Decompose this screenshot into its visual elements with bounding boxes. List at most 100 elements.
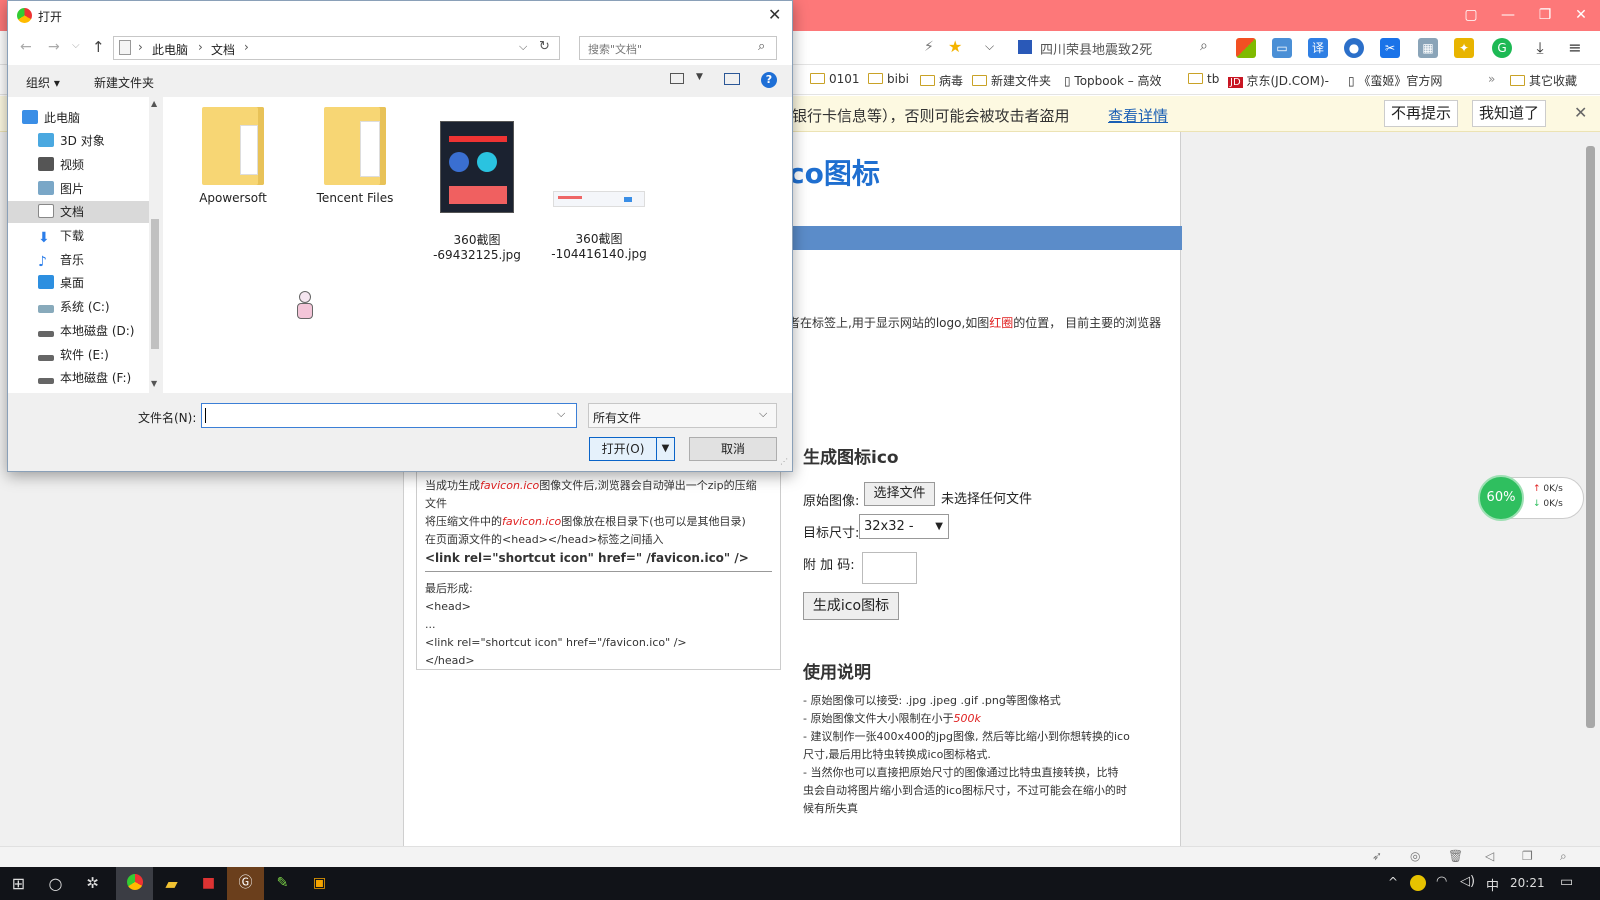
screen-icon[interactable]: ▭ (1272, 38, 1292, 58)
clock[interactable]: 20:21 (1510, 876, 1545, 890)
extra-code-input[interactable] (862, 552, 917, 584)
chevron-down-icon[interactable]: ⌵ (759, 407, 767, 421)
tray-expand-icon[interactable]: ^ (1388, 875, 1398, 889)
bookmark-manji[interactable]: ▯ 《蛮姬》官方网 (1348, 72, 1442, 89)
chevron-down-icon[interactable]: ⌵ (985, 39, 994, 54)
paint-icon[interactable]: ✎ (264, 867, 301, 900)
nav-this-pc[interactable]: 此电脑 (22, 107, 152, 129)
notifications-icon[interactable]: ▭ (1560, 874, 1573, 890)
filename-input[interactable]: ⌵ (201, 403, 577, 428)
nav-label: 音乐 (60, 253, 85, 267)
close-icon[interactable]: ✕ (1574, 103, 1587, 122)
refresh-icon[interactable]: ↻ (539, 39, 550, 54)
browser-taskbar-icon[interactable] (116, 867, 153, 900)
game-icon[interactable]: ✦ (1454, 38, 1474, 58)
menu-icon[interactable]: ≡ (1565, 38, 1585, 58)
up-arrow-icon[interactable]: ↑ (92, 38, 105, 56)
bookmark-other[interactable]: 其它收藏 (1510, 72, 1577, 89)
cortana-icon[interactable]: ○ (37, 867, 74, 900)
browser-search-value[interactable]: 四川荣县地震致2死 (1040, 39, 1152, 58)
nav-label: 本地磁盘 (D:) (60, 324, 135, 338)
apps-icon[interactable] (1236, 38, 1256, 58)
filetype-select[interactable]: 所有文件 ⌵ (588, 403, 777, 428)
trash-icon[interactable]: 🗑 (1448, 849, 1463, 863)
search-icon[interactable]: ⌕ (758, 39, 765, 54)
app-taskbar-icon[interactable]: Ⓖ (227, 867, 264, 900)
resize-grip-icon[interactable]: ⋰ (780, 457, 788, 466)
nav-documents[interactable]: 文档 (8, 201, 155, 223)
breadcrumb-this-pc[interactable]: 此电脑 (152, 41, 188, 58)
more-bookmarks-icon[interactable]: » (1488, 72, 1495, 86)
address-breadcrumb[interactable]: › 此电脑 › 文档 › ⌵ ↻ (113, 36, 560, 60)
history-dropdown-icon[interactable]: ⌵ (519, 40, 527, 54)
dismiss-warning-button[interactable]: 不再提示 (1384, 100, 1458, 127)
speed-icon[interactable]: ◎ (1410, 849, 1420, 863)
folder-apowersoft[interactable]: Apowersoft (178, 107, 288, 205)
search-icon[interactable]: ⌕ (1200, 38, 1208, 54)
details-link[interactable]: 查看详情 (1108, 105, 1168, 126)
recent-chevron-icon[interactable]: ⌵ (72, 40, 80, 51)
bookmark-bibi[interactable]: bibi (868, 72, 909, 86)
skin-icon[interactable]: ▢ (1460, 6, 1482, 24)
nav-scroll-thumb[interactable] (151, 219, 159, 349)
tray-app-icon[interactable] (1410, 875, 1426, 891)
restore-button[interactable]: ❐ (1534, 6, 1556, 24)
scroll-up-icon[interactable]: ▲ (151, 99, 157, 108)
preview-pane-icon[interactable] (724, 73, 740, 85)
bookmark-newfolder[interactable]: 新建文件夹 (972, 72, 1051, 89)
view-mode-icon[interactable] (670, 73, 684, 84)
zoom-icon[interactable]: ⌕ (1560, 849, 1567, 864)
window-switch-icon[interactable]: ▣ (301, 867, 338, 900)
speaker-icon[interactable]: ◁) (1460, 874, 1475, 889)
folder-tencent-files[interactable]: Tencent Files (300, 107, 410, 205)
ime-indicator[interactable]: 中 (1486, 875, 1499, 894)
star-icon[interactable]: ★ (948, 37, 962, 56)
image-icon[interactable]: ▦ (1418, 38, 1438, 58)
bookmark-0101[interactable]: 0101 (810, 72, 860, 86)
file-explorer-icon[interactable]: ▰ (153, 867, 190, 900)
forward-arrow-icon[interactable]: → (48, 39, 60, 55)
bookmark-virus[interactable]: 病毒 (920, 72, 963, 89)
minimize-button[interactable]: — (1497, 6, 1519, 24)
lightning-icon[interactable]: ⚡ (924, 39, 934, 55)
bookmark-topbook[interactable]: ▯ Topbook – 高效 (1064, 72, 1162, 89)
chevron-down-icon[interactable]: ⌵ (557, 407, 565, 421)
image-file-69432125[interactable]: 360截图 -69432125.jpg (422, 107, 532, 276)
intro-tail-text: 的位置， 目前主要的浏览器 (1013, 316, 1162, 330)
task-view-icon[interactable]: ✲ (74, 867, 111, 900)
dialog-close-icon[interactable]: ✕ (768, 5, 781, 24)
bookmark-tb[interactable]: tb (1188, 72, 1219, 86)
translate-icon[interactable]: 译 (1308, 38, 1328, 58)
volume-icon[interactable]: ◁ (1485, 849, 1494, 863)
acknowledge-button[interactable]: 我知道了 (1472, 100, 1546, 127)
organize-button[interactable]: 组织 ▾ (26, 74, 60, 91)
grammarly-icon[interactable]: G (1492, 38, 1512, 58)
image-file-104416140[interactable]: 360截图 -104416140.jpg (544, 107, 654, 275)
help-icon[interactable]: ? (761, 72, 777, 88)
search-documents-input[interactable]: 搜索"文档" ⌕ (579, 36, 777, 60)
open-button[interactable]: 打开(O) ▼ (589, 437, 675, 461)
size-select[interactable]: 32x32 - ▼ (859, 514, 949, 539)
network-speed-widget[interactable]: 60% ↑ 0K/s ↓ 0K/s (1478, 475, 1584, 521)
bookmark-jd[interactable]: JD 京东(JD.COM)- (1228, 72, 1329, 89)
nav-scrollbar[interactable]: ▲ ▼ (149, 97, 161, 393)
scissors-icon[interactable]: ✂ (1380, 38, 1400, 58)
download-icon[interactable]: ⤓ (1530, 38, 1550, 58)
breadcrumb-documents[interactable]: 文档 (211, 41, 235, 58)
window-icon[interactable]: ❐ (1522, 849, 1533, 863)
rocket-icon[interactable]: ➶ (1372, 849, 1382, 863)
open-dropdown-icon[interactable]: ▼ (656, 438, 674, 460)
wifi-icon[interactable]: ◠ (1436, 874, 1447, 889)
close-button[interactable]: ✕ (1570, 6, 1592, 24)
new-folder-button[interactable]: 新建文件夹 (94, 74, 154, 91)
mic-icon[interactable]: ● (1344, 38, 1364, 58)
windows-start-icon[interactable]: ⊞ (0, 867, 37, 900)
page-scrollbar[interactable] (1586, 146, 1595, 728)
recorder-icon[interactable]: ■ (190, 867, 227, 900)
choose-file-button[interactable]: 选择文件 (864, 482, 935, 506)
view-dropdown-icon[interactable]: ▼ (696, 72, 703, 82)
scroll-down-icon[interactable]: ▼ (151, 379, 157, 388)
generate-ico-button[interactable]: 生成ico图标 (803, 592, 899, 620)
back-arrow-icon[interactable]: ← (20, 39, 32, 55)
cancel-button[interactable]: 取消 (689, 437, 777, 461)
